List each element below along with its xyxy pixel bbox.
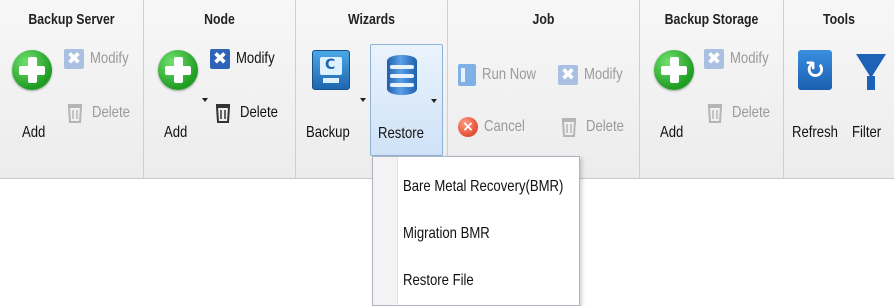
group-title: Backup Server	[28, 10, 115, 28]
add-backup-server-button[interactable]: Add	[0, 38, 60, 158]
menu-icon-gutter	[373, 157, 398, 305]
button-label: Add	[22, 124, 46, 141]
trash-icon	[706, 102, 724, 124]
trash-icon	[214, 102, 232, 124]
button-label: Modify	[584, 66, 623, 83]
filter-button[interactable]: Filter	[846, 38, 894, 158]
button-label: Modify	[730, 50, 769, 67]
button-label: Refresh	[792, 124, 838, 141]
group-title: Node	[204, 10, 235, 28]
filter-icon-stem	[867, 76, 875, 90]
chevron-down-icon	[431, 99, 437, 103]
menu-item-bmr[interactable]: Bare Metal Recovery(BMR)	[403, 174, 599, 200]
trash-icon	[560, 116, 578, 138]
backup-wizard-button[interactable]: Backup	[302, 38, 368, 158]
chevron-down-icon	[202, 98, 208, 102]
delete-node-button[interactable]: Delete	[214, 100, 286, 126]
group-tools: Tools ↻ Refresh Filter	[784, 0, 894, 178]
add-backup-storage-button[interactable]: Add	[646, 38, 702, 158]
menu-item-label: Bare Metal Recovery(BMR)	[403, 178, 564, 195]
add-icon	[12, 50, 52, 90]
modify-icon: ✖	[704, 49, 724, 69]
modify-backup-storage-button[interactable]: ✖ Modify	[704, 46, 777, 72]
modify-icon: ✖	[558, 65, 578, 85]
run-now-icon	[458, 64, 476, 86]
group-title: Wizards	[347, 10, 396, 28]
database-restore-icon	[387, 55, 417, 95]
group-title: Backup Storage	[664, 10, 759, 28]
modify-node-button[interactable]: ✖ Modify	[210, 46, 283, 72]
group-job: Job Run Now ✖ Modify × Cancel Delete	[448, 0, 640, 178]
chevron-down-icon	[360, 98, 366, 102]
button-label: Cancel	[484, 118, 525, 135]
button-label: Restore	[378, 125, 424, 142]
button-label: Add	[660, 124, 684, 141]
modify-icon: ✖	[64, 49, 84, 69]
group-backup-storage: Backup Storage Add ✖ Modify Delete	[640, 0, 784, 178]
backup-icon	[312, 50, 350, 90]
menu-item-restore-file[interactable]: Restore File	[403, 268, 489, 294]
button-label: Filter	[852, 124, 882, 141]
refresh-icon: ↻	[798, 50, 832, 90]
modify-icon: ✖	[210, 49, 230, 69]
button-label: Run Now	[482, 66, 536, 83]
delete-job-button[interactable]: Delete	[560, 114, 632, 140]
button-label: Add	[164, 124, 188, 141]
button-label: Modify	[90, 50, 129, 67]
button-label: Delete	[586, 118, 624, 135]
button-label: Modify	[236, 50, 275, 67]
delete-backup-storage-button[interactable]: Delete	[706, 100, 778, 126]
add-icon	[654, 50, 694, 90]
button-label: Delete	[92, 104, 130, 121]
cancel-job-button[interactable]: × Cancel	[458, 114, 534, 140]
filter-icon	[856, 54, 886, 78]
delete-backup-server-button[interactable]: Delete	[66, 100, 138, 126]
button-label: Delete	[732, 104, 770, 121]
group-title: Job	[532, 10, 555, 28]
menu-item-label: Migration BMR	[403, 225, 490, 242]
restore-dropdown-menu: Bare Metal Recovery(BMR) Migration BMR R…	[372, 156, 580, 306]
modify-backup-server-button[interactable]: ✖ Modify	[64, 46, 137, 72]
cancel-icon: ×	[458, 117, 478, 137]
group-node: Node Add ✖ Modify Delete	[144, 0, 296, 178]
run-now-button[interactable]: Run Now	[458, 62, 548, 88]
button-label: Delete	[240, 104, 278, 121]
modify-job-button[interactable]: ✖ Modify	[558, 62, 631, 88]
menu-item-label: Restore File	[403, 272, 474, 289]
refresh-button[interactable]: ↻ Refresh	[786, 38, 846, 158]
add-icon	[158, 50, 198, 90]
group-backup-server: Backup Server Add ✖ Modify Delete	[0, 0, 144, 178]
ribbon-toolbar: Backup Server Add ✖ Modify Delete Node A…	[0, 0, 894, 179]
button-label: Backup	[306, 124, 350, 141]
menu-item-migration-bmr[interactable]: Migration BMR	[403, 221, 509, 247]
trash-icon	[66, 102, 84, 124]
restore-wizard-button[interactable]: Restore	[370, 44, 443, 156]
group-title: Tools	[823, 10, 855, 28]
add-node-button[interactable]: Add	[150, 38, 212, 158]
